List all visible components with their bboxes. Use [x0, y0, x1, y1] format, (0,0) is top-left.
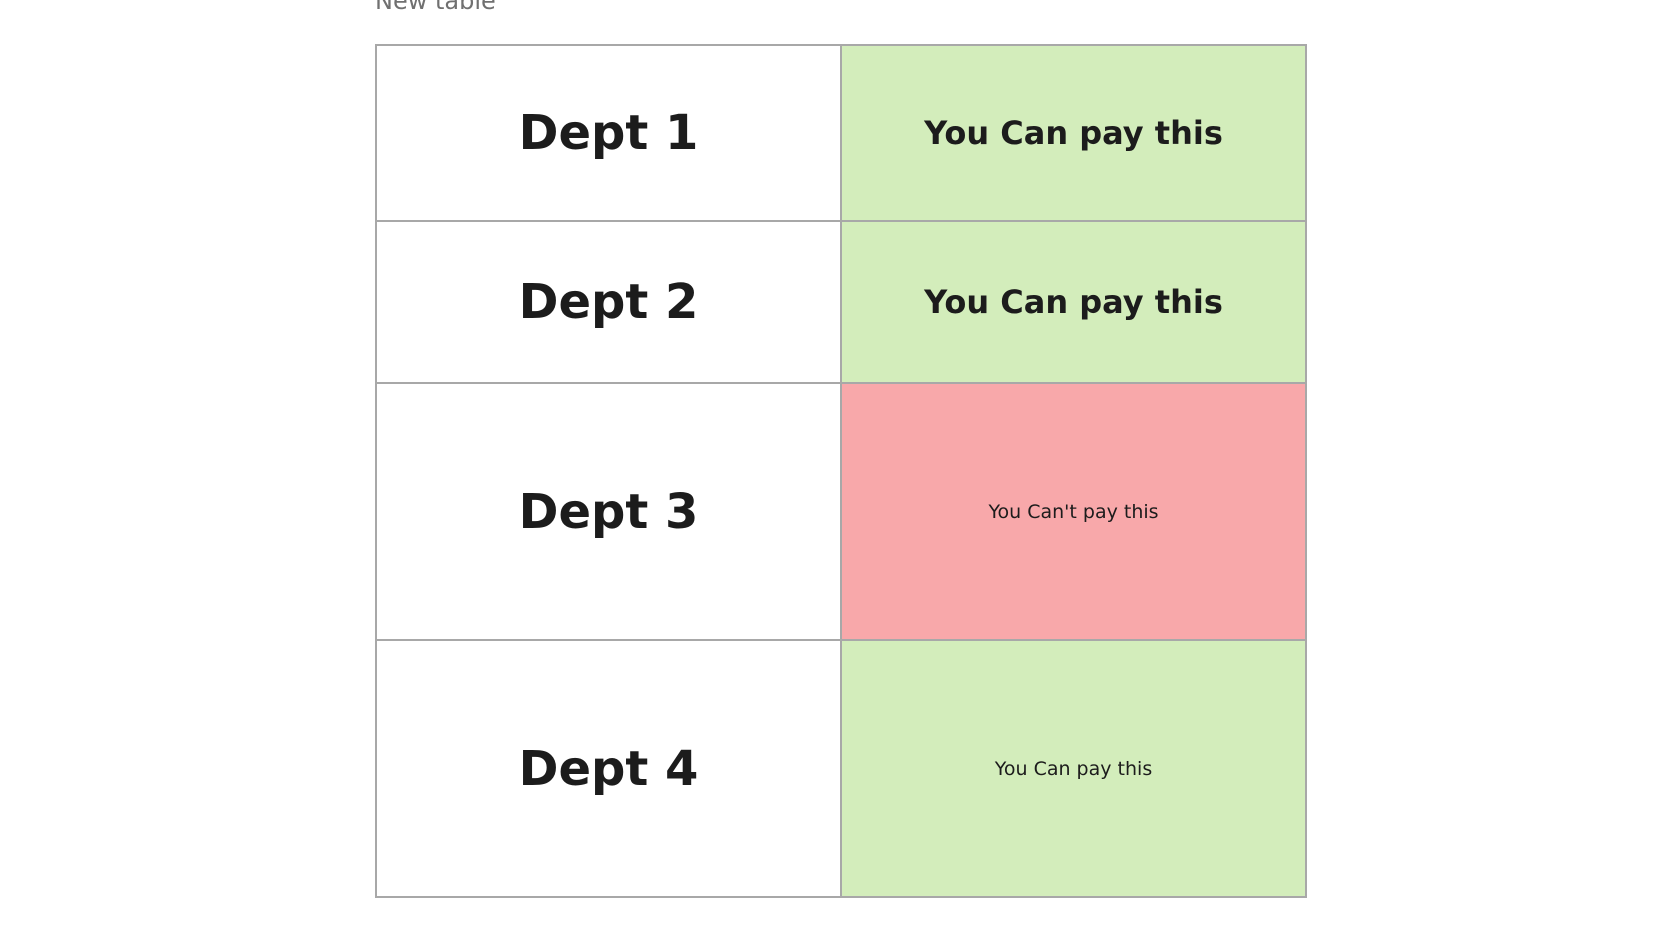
payment-status-cell[interactable]: You Can't pay this — [840, 382, 1307, 641]
dept-cell[interactable]: Dept 4 — [375, 639, 842, 898]
table-row: Dept 3 You Can't pay this — [375, 382, 1307, 641]
table-row: Dept 2 You Can pay this — [375, 220, 1307, 384]
table-row: Dept 1 You Can pay this — [375, 44, 1307, 222]
table-caption: New table — [375, 0, 496, 15]
dept-cell[interactable]: Dept 3 — [375, 382, 842, 641]
payment-status-cell[interactable]: You Can pay this — [840, 44, 1307, 222]
dept-cell[interactable]: Dept 1 — [375, 44, 842, 222]
payment-status-cell[interactable]: You Can pay this — [840, 639, 1307, 898]
dept-cell[interactable]: Dept 2 — [375, 220, 842, 384]
table-row: Dept 4 You Can pay this — [375, 639, 1307, 898]
department-payment-table: Dept 1 You Can pay this Dept 2 You Can p… — [375, 44, 1307, 898]
payment-status-cell[interactable]: You Can pay this — [840, 220, 1307, 384]
